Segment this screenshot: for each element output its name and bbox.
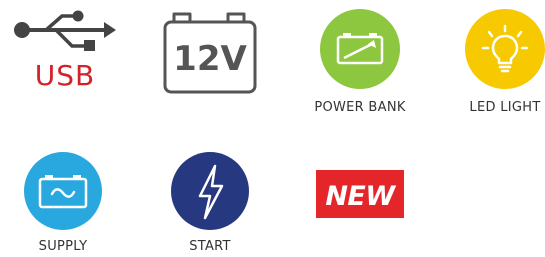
feature-supply: SUPPLY [8,152,118,257]
battery-12v-label: 12V [173,39,247,79]
feature-new: NEW [316,170,404,218]
feature-12v: 12V [160,8,260,98]
light-bulb-icon [465,9,545,89]
feature-usb: USB [10,8,120,98]
battery-wave-icon [24,152,102,230]
start-label: START [189,239,231,254]
feature-start: START [160,152,260,257]
new-badge: NEW [316,170,404,218]
battery-charge-icon [320,9,400,89]
lightning-bolt-icon [171,152,249,230]
power-bank-label: POWER BANK [314,100,406,115]
usb-icon [14,10,116,51]
feature-power-bank: POWER BANK [300,8,420,120]
supply-label: SUPPLY [38,239,88,254]
battery-12v-icon: 12V [163,12,257,94]
led-light-label: LED LIGHT [469,100,541,115]
usb-label: USB [34,59,96,92]
new-badge-label: NEW [325,181,396,212]
feature-led-light: LED LIGHT [450,8,545,120]
